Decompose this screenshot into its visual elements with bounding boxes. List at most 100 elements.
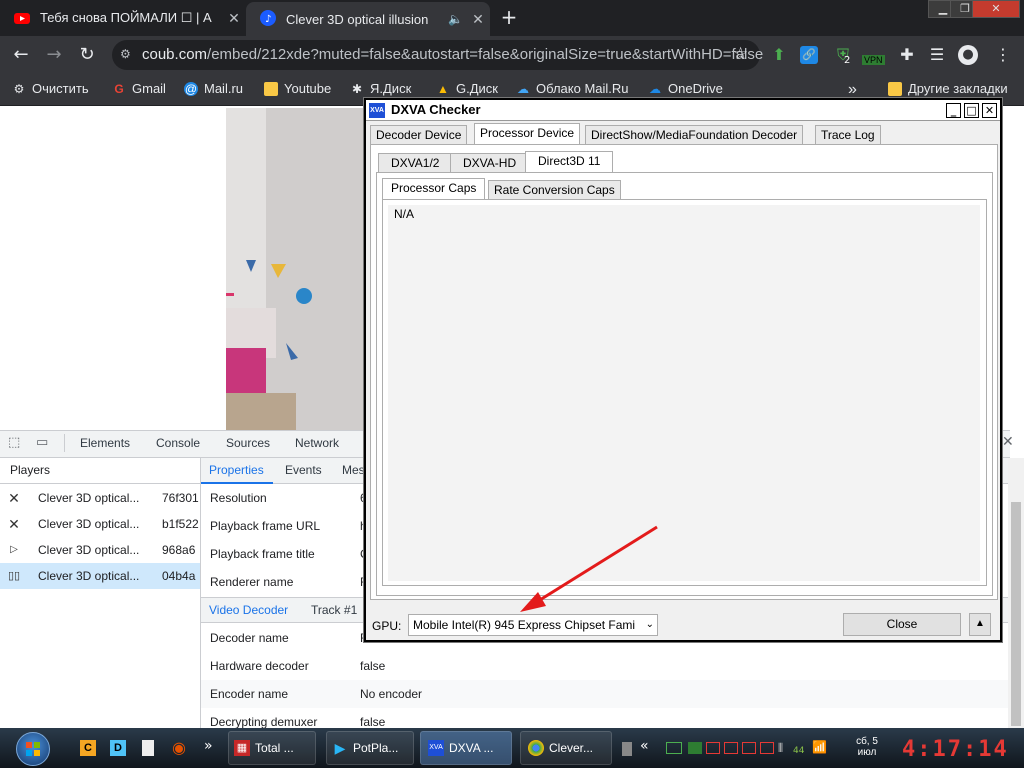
scrollbar-thumb[interactable] [1011, 502, 1021, 726]
player-id: 04b4a [162, 569, 196, 583]
back-icon[interactable]: ← [11, 45, 31, 65]
inspect-element-icon[interactable]: ⬚ [8, 435, 24, 451]
bookmark-gmail[interactable]: G Gmail [112, 81, 166, 96]
tray-app-icon[interactable] [688, 742, 702, 754]
tab-rate-conversion-caps[interactable]: Rate Conversion Caps [488, 180, 621, 200]
arrow-up-icon[interactable]: ⬆ [768, 44, 790, 66]
shield-icon[interactable]: ⛨ [832, 44, 854, 66]
site-info-icon[interactable]: ⚙ [120, 47, 134, 61]
playlist-icon[interactable]: ☰ [926, 44, 948, 66]
bookmark-onedrive[interactable]: ☁ OneDrive [648, 81, 723, 96]
play-icon[interactable]: ▷ [6, 544, 22, 555]
quicklaunch-c-icon[interactable]: C [80, 740, 96, 756]
gpu-label: GPU: [372, 619, 402, 633]
tray-monitor-icon[interactable] [666, 742, 682, 754]
tray-c-icon[interactable] [706, 742, 720, 754]
menu-icon[interactable]: ⋮ [992, 44, 1014, 66]
triangle-up-icon[interactable]: ▲ [969, 613, 991, 636]
tab-coub[interactable]: ♪ Clever 3D optical illusion 🔈 ✕ [246, 2, 490, 36]
firefox-icon[interactable]: ◉ [172, 738, 186, 757]
minimize-icon[interactable]: _ [946, 103, 961, 118]
close-button[interactable]: Close [843, 613, 961, 636]
devtools-tab-console[interactable]: Console [156, 436, 200, 450]
bookmark-gdisk[interactable]: ▲ G.Диск [436, 81, 498, 96]
yandex-icon: ✱ [351, 81, 363, 96]
close-icon[interactable]: ✕ [6, 490, 22, 507]
tab-processor-device[interactable]: Processor Device [474, 123, 581, 145]
link-icon[interactable]: 🔗 [800, 46, 818, 64]
notepad-icon[interactable] [142, 740, 154, 756]
profile-icon[interactable]: ● [958, 45, 978, 65]
player-row[interactable]: ✕ Clever 3D optical... 76f301 [0, 485, 200, 511]
show-more-icon[interactable]: » [204, 738, 213, 754]
tab-decoder-device[interactable]: Decoder Device [370, 125, 468, 145]
tab-youtube[interactable]: Тебя снова ПОЙМАЛИ ☐ | А ✕ [0, 0, 246, 36]
tab-dxva-hd[interactable]: DXVA-HD [450, 153, 530, 173]
tray-date[interactable]: сб, 5 июл [850, 736, 884, 758]
players-header: Players [0, 458, 200, 484]
player-row[interactable]: ▷ Clever 3D optical... 968a6 [0, 537, 200, 563]
window-titlebar[interactable]: XVA DXVA Checker _ □ ✕ [366, 100, 1000, 121]
tab-dxva12[interactable]: DXVA1/2 [378, 153, 453, 173]
reload-icon[interactable]: ↻ [77, 45, 97, 65]
video-frame[interactable] [226, 108, 366, 430]
close-devtools-icon[interactable]: ✕ [1002, 434, 1014, 450]
bookmark-cloud-mailru[interactable]: ☁ Облако Mail.Ru [516, 81, 629, 96]
tab-direct3d11[interactable]: Direct3D 11 [525, 151, 614, 173]
maximize-icon[interactable]: □ [964, 103, 979, 118]
tab-messages[interactable]: Mes [342, 463, 365, 477]
player-row[interactable]: ✕ Clever 3D optical... b1f522 [0, 511, 200, 537]
devtools-tab-sources[interactable]: Sources [226, 436, 270, 450]
clock[interactable]: 4:17:14 [902, 737, 1009, 762]
player-row-selected[interactable]: ▯▯ Clever 3D optical... 04b4a [0, 563, 200, 589]
tab-video-decoder[interactable]: Video Decoder [209, 603, 288, 617]
network-icon[interactable]: 📶 [812, 740, 827, 754]
tray-d-icon[interactable] [724, 742, 738, 754]
tab-track[interactable]: Track #1 [311, 603, 357, 617]
vpn-icon[interactable]: VPN [862, 55, 885, 65]
tab-trace-log[interactable]: Trace Log [815, 125, 881, 145]
player-name: Clever 3D optical... [38, 491, 140, 505]
close-icon[interactable]: ✕ [982, 103, 997, 118]
close-window-icon[interactable]: ✕ [972, 0, 1020, 18]
red-arrow-annotation [520, 525, 658, 612]
tab-processor-caps[interactable]: Processor Caps [382, 178, 486, 200]
tray-e-icon[interactable] [742, 742, 756, 754]
tray-expand-icon[interactable]: « [640, 738, 649, 754]
property-key: Hardware decoder [210, 659, 309, 673]
bookmark-star-icon[interactable]: ☆ [733, 44, 753, 64]
tray-f-icon[interactable] [760, 742, 774, 754]
pause-icon[interactable]: ▯▯ [6, 569, 22, 582]
tray-device-icon[interactable] [622, 742, 632, 756]
devtools-tab-network[interactable]: Network [295, 436, 339, 450]
close-icon[interactable]: ✕ [222, 10, 246, 27]
forward-icon[interactable]: → [44, 45, 64, 65]
bookmark-clean[interactable]: ⚙ Очистить [12, 81, 89, 96]
bookmark-mailru[interactable]: @ Mail.ru [184, 81, 243, 96]
taskbar-label: PotPla... [353, 741, 399, 755]
close-icon[interactable]: ✕ [466, 11, 490, 28]
bookmark-youtube[interactable]: Youtube [264, 81, 331, 96]
close-icon[interactable]: ✕ [6, 516, 22, 533]
taskbar-item-label: XVA DXVA ... [428, 736, 493, 760]
player-name: Clever 3D optical... [38, 569, 140, 583]
dxva-icon: XVA [428, 740, 444, 756]
more-bookmarks-button[interactable]: » [848, 81, 857, 99]
video-content-image [226, 108, 366, 430]
puzzle-icon[interactable]: ✚ [896, 44, 918, 66]
tab-directshow-decoder[interactable]: DirectShow/MediaFoundation Decoder [585, 125, 804, 145]
player-name: Clever 3D optical... [38, 517, 140, 531]
devtools-tab-elements[interactable]: Elements [80, 436, 130, 450]
new-tab-button[interactable]: + [498, 6, 520, 28]
caps-content-text: N/A [394, 207, 415, 221]
tab-events[interactable]: Events [285, 463, 322, 477]
svg-text:♪: ♪ [265, 14, 271, 25]
devtools-scrollbar[interactable] [1008, 458, 1024, 728]
other-bookmarks-folder[interactable]: Другие закладки [888, 81, 1008, 96]
bookmark-yadisk[interactable]: ✱ Я.Диск [350, 81, 411, 96]
tray-attachment-icon[interactable]: ⫴ [778, 741, 783, 756]
device-toolbar-icon[interactable]: ▭ [36, 435, 52, 451]
start-button[interactable] [16, 732, 50, 766]
quicklaunch-d-icon[interactable]: D [110, 740, 126, 756]
tab-properties[interactable]: Properties [209, 463, 264, 477]
